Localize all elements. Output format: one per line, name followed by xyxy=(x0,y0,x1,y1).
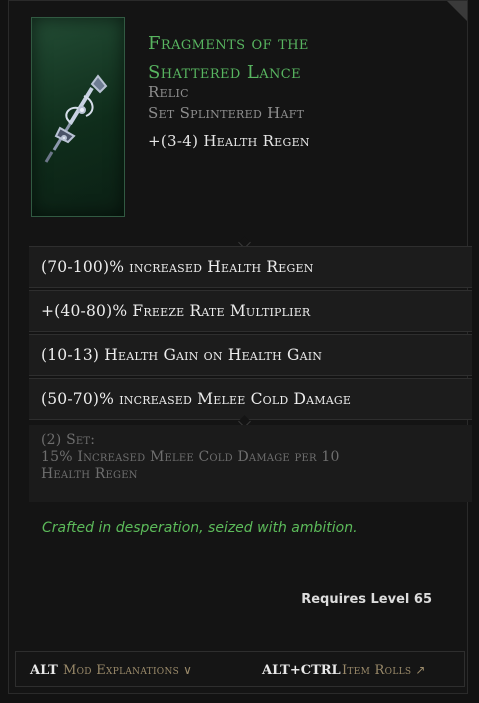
set-bonus-text-line2: Health Regen xyxy=(41,466,138,482)
lance-relic-icon xyxy=(44,74,108,163)
item-name-line1: Fragments of the xyxy=(148,33,309,54)
set-bonus-header: (2) Set: xyxy=(41,432,96,448)
implicit-mod: +(3-4) Health Regen xyxy=(148,132,310,150)
alt-key-label: ALT xyxy=(30,663,58,678)
affix-row[interactable]: +(40-80)% Freeze Rate Multiplier xyxy=(29,290,472,332)
set-bonus: (2) Set: 15% Increased Melee Cold Damage… xyxy=(29,425,472,502)
arrow-up-right-icon: ↗ xyxy=(415,663,426,677)
relic-icon-card xyxy=(31,17,125,217)
level-requirement: Requires Level 65 xyxy=(301,592,432,607)
mod-explanations-toggle[interactable]: Mod Explanations ∨ xyxy=(63,663,192,678)
affix-text: (10-13) Health Gain on Health Gain xyxy=(41,346,323,364)
affix-text: (70-100)% increased Health Regen xyxy=(41,258,314,276)
tooltip-corner-decoration xyxy=(447,1,467,21)
implicit-value: +(3-4) xyxy=(148,132,199,150)
item-tooltip: Fragments of the Shattered Lance Relic S… xyxy=(8,0,472,694)
item-rolls-toggle[interactable]: Item Rolls ↗ xyxy=(342,663,426,678)
affix-text: +(40-80)% Freeze Rate Multiplier xyxy=(41,302,311,320)
item-type: Relic xyxy=(148,83,189,101)
implicit-name: Health Regen xyxy=(203,132,310,150)
affix-text: (50-70)% increased Melee Cold Damage xyxy=(41,390,352,408)
mod-explanations-label: Mod Explanations xyxy=(63,663,180,678)
item-name-line2: Shattered Lance xyxy=(148,62,301,83)
item-name: Fragments of the Shattered Lance xyxy=(148,29,448,87)
affix-row[interactable]: (50-70)% increased Melee Cold Damage xyxy=(29,378,472,420)
affix-row[interactable]: (10-13) Health Gain on Health Gain xyxy=(29,334,472,376)
tooltip-hint-bar: ALT Mod Explanations ∨ ALT+CTRL Item Roll… xyxy=(15,651,465,687)
affix-row[interactable]: (70-100)% increased Health Regen xyxy=(29,246,472,288)
lore-text: Crafted in desperation, seized with ambi… xyxy=(42,520,358,536)
item-rolls-label: Item Rolls xyxy=(342,663,412,678)
item-base: Set Splintered Haft xyxy=(148,104,305,122)
set-bonus-text-line1: 15% Increased Melee Cold Damage per 10 xyxy=(41,449,340,465)
alt-ctrl-key-label: ALT+CTRL xyxy=(262,663,341,678)
chevron-down-icon: ∨ xyxy=(183,663,193,677)
